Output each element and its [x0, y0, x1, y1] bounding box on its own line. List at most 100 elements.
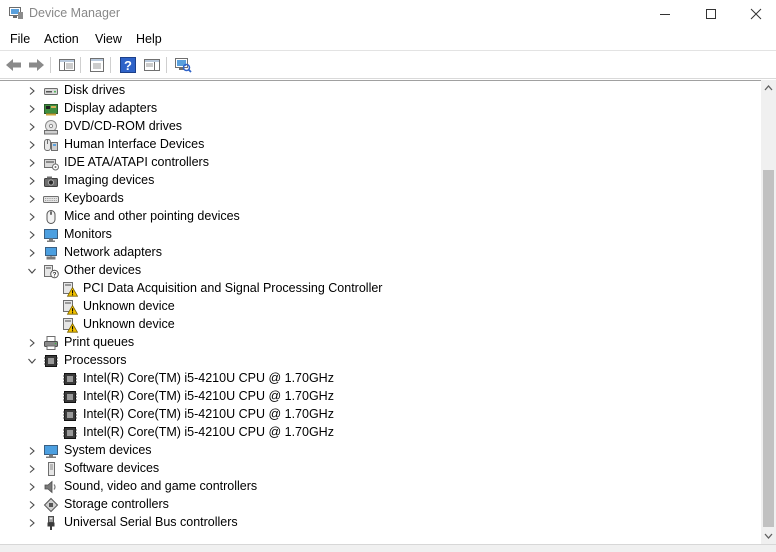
- tree-category[interactable]: ? Other devices: [0, 262, 761, 280]
- software-device-icon: [48, 462, 55, 476]
- chevron-right-icon[interactable]: [26, 175, 38, 187]
- chevron-right-icon[interactable]: [26, 247, 38, 259]
- tree-device[interactable]: Unknown device: [0, 316, 761, 334]
- tree-category[interactable]: Print queues: [0, 334, 761, 352]
- scroll-down-button[interactable]: [761, 528, 776, 544]
- warning-device-icon: [63, 282, 78, 297]
- tree-category[interactable]: Keyboards: [0, 190, 761, 208]
- network-adapter-icon: [45, 247, 57, 260]
- tree-item-label: Human Interface Devices: [64, 137, 205, 151]
- other-devices-icon: ?: [44, 265, 59, 279]
- vertical-scrollbar[interactable]: [761, 80, 776, 544]
- tree-category[interactable]: Monitors: [0, 226, 761, 244]
- chevron-right-icon[interactable]: [26, 85, 38, 97]
- minimize-button[interactable]: [642, 0, 688, 28]
- tree-category[interactable]: System devices: [0, 442, 761, 460]
- tree-device[interactable]: PCI Data Acquisition and Signal Processi…: [0, 280, 761, 298]
- tree-category[interactable]: Disk drives: [0, 82, 761, 100]
- close-button[interactable]: [733, 0, 776, 28]
- chevron-right-icon[interactable]: [26, 517, 38, 529]
- tree-device[interactable]: Intel(R) Core(TM) i5-4210U CPU @ 1.70GHz: [0, 424, 761, 442]
- toolbar: ?: [0, 52, 776, 79]
- show-hide-console-tree-button[interactable]: [57, 55, 77, 75]
- svg-text:?: ?: [124, 58, 132, 73]
- menu-help[interactable]: Help: [136, 32, 162, 46]
- properties-button[interactable]: [87, 55, 107, 75]
- storage-controller-icon: [43, 497, 59, 513]
- tree-category[interactable]: DVD/CD-ROM drives: [0, 118, 761, 136]
- scroll-thumb[interactable]: [763, 170, 774, 527]
- menu-action[interactable]: Action: [44, 32, 79, 46]
- tree-category[interactable]: Storage controllers: [0, 496, 761, 514]
- menu-bar: File Action View Help: [0, 28, 776, 51]
- chevron-right-icon[interactable]: [26, 193, 38, 205]
- scroll-up-button[interactable]: [761, 80, 776, 96]
- monitor-icon: [44, 229, 58, 242]
- toolbar-separator: [166, 57, 167, 73]
- chevron-right-icon[interactable]: [26, 337, 38, 349]
- forward-arrow-icon: [29, 59, 44, 71]
- tree-item-label: Monitors: [64, 227, 112, 241]
- window-title: Device Manager: [29, 6, 121, 20]
- maximize-icon: [706, 9, 716, 19]
- chevron-down-icon[interactable]: [26, 265, 38, 277]
- tree-category[interactable]: Display adapters: [0, 100, 761, 118]
- chevron-right-icon[interactable]: [26, 499, 38, 511]
- chevron-right-icon[interactable]: [26, 445, 38, 457]
- tree-item-label: Imaging devices: [64, 173, 155, 187]
- tree-item-label: Intel(R) Core(TM) i5-4210U CPU @ 1.70GHz: [83, 389, 334, 403]
- hid-icon: [44, 139, 58, 151]
- toolbar-separator: [110, 57, 111, 73]
- system-devices-icon: [44, 445, 58, 458]
- tree-item-label: Sound, video and game controllers: [64, 479, 258, 493]
- maximize-button[interactable]: [688, 0, 734, 28]
- processor-icon: [44, 355, 58, 367]
- tree-device[interactable]: Intel(R) Core(TM) i5-4210U CPU @ 1.70GHz: [0, 370, 761, 388]
- tree-device[interactable]: Intel(R) Core(TM) i5-4210U CPU @ 1.70GHz: [0, 406, 761, 424]
- forward-button[interactable]: [26, 55, 46, 75]
- display-adapter-icon: [44, 104, 58, 116]
- action-pane-icon: [144, 59, 160, 71]
- tree-item-label: Unknown device: [83, 317, 175, 331]
- tree-item-label: Network adapters: [64, 245, 162, 259]
- tree-category[interactable]: Human Interface Devices: [0, 136, 761, 154]
- chevron-right-icon[interactable]: [26, 211, 38, 223]
- tree-item-label: Print queues: [64, 335, 135, 349]
- chevron-right-icon[interactable]: [26, 139, 38, 151]
- back-button[interactable]: [4, 55, 24, 75]
- tree-category[interactable]: Sound, video and game controllers: [0, 478, 761, 496]
- show-hide-console-tree-icon: [59, 59, 75, 71]
- chevron-right-icon[interactable]: [26, 157, 38, 169]
- tree-category[interactable]: IDE ATA/ATAPI controllers: [0, 154, 761, 172]
- tree-item-label: Intel(R) Core(TM) i5-4210U CPU @ 1.70GHz: [83, 425, 334, 439]
- disk-drive-icon: [44, 88, 58, 95]
- help-icon: ?: [120, 57, 136, 73]
- back-arrow-icon: [6, 59, 21, 71]
- tree-category[interactable]: Universal Serial Bus controllers: [0, 514, 761, 532]
- tree-category[interactable]: Imaging devices: [0, 172, 761, 190]
- chevron-down-icon[interactable]: [26, 355, 38, 367]
- tree-category[interactable]: Network adapters: [0, 244, 761, 262]
- tree-category[interactable]: Processors: [0, 352, 761, 370]
- tree-item-label: Software devices: [64, 461, 160, 475]
- help-button[interactable]: ?: [118, 55, 138, 75]
- device-tree: Disk drives Display adapters DVD/CD-ROM dr…: [0, 80, 761, 544]
- ide-controller-icon: [44, 159, 59, 171]
- action-pane-button[interactable]: [142, 55, 162, 75]
- tree-device[interactable]: Unknown device: [0, 298, 761, 316]
- chevron-right-icon[interactable]: [26, 103, 38, 115]
- tree-item-label: Keyboards: [64, 191, 124, 205]
- menu-file[interactable]: File: [10, 32, 30, 46]
- tree-item-label: Disk drives: [64, 83, 126, 97]
- chevron-right-icon[interactable]: [26, 229, 38, 241]
- tree-device[interactable]: Intel(R) Core(TM) i5-4210U CPU @ 1.70GHz: [0, 388, 761, 406]
- processor-icon: [63, 427, 77, 439]
- chevron-right-icon[interactable]: [26, 481, 38, 493]
- tree-category[interactable]: Mice and other pointing devices: [0, 208, 761, 226]
- tree-category[interactable]: Software devices: [0, 460, 761, 478]
- menu-view[interactable]: View: [95, 32, 122, 46]
- chevron-right-icon[interactable]: [26, 463, 38, 475]
- status-bar: [0, 544, 776, 552]
- scan-hardware-button[interactable]: [173, 55, 193, 75]
- chevron-right-icon[interactable]: [26, 121, 38, 133]
